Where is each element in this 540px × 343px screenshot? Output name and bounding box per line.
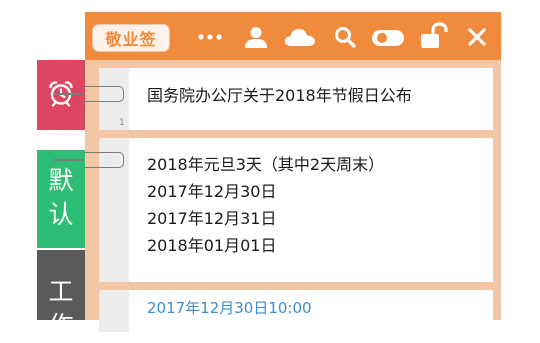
- notes-panel: 敬业签 1 国务院办公厅关于2018年节假日公布 2018年元旦3天（其中2天周…: [85, 12, 501, 332]
- toggle-icon[interactable]: [370, 25, 406, 49]
- sidebar-tab-default-char: 默: [48, 166, 74, 195]
- sidebar-tab-work-char: 作: [48, 311, 74, 340]
- binder-clip-icon: [54, 152, 124, 168]
- note-line: 2017年12月30日: [147, 182, 277, 201]
- sidebar-tab-alarm[interactable]: [37, 60, 85, 130]
- note-line: 国务院办公厅关于2018年节假日公布: [147, 86, 412, 105]
- note-timestamp: 2017年12月30日10:00: [147, 295, 312, 322]
- note-text: 国务院办公厅关于2018年节假日公布: [147, 82, 412, 109]
- lock-icon[interactable]: [419, 22, 449, 48]
- title-bar: 敬业签: [85, 12, 501, 60]
- note-gutter: [99, 290, 129, 332]
- cloud-icon[interactable]: [284, 25, 316, 49]
- note-card[interactable]: 2017年12月30日10:00: [99, 290, 493, 332]
- sidebar-tab-work-char: 工: [48, 277, 74, 306]
- note-line: 2017年12月31日: [147, 209, 277, 228]
- app-logo: 敬业签: [92, 24, 170, 52]
- note-card[interactable]: 2018年元旦3天（其中2天周末） 2017年12月30日 2017年12月31…: [99, 138, 493, 282]
- close-icon[interactable]: [465, 25, 489, 49]
- note-text: 2018年元旦3天（其中2天周末） 2017年12月30日 2017年12月31…: [147, 151, 384, 259]
- user-icon[interactable]: [243, 25, 269, 49]
- sidebar-tab-work[interactable]: 工 作: [37, 250, 85, 340]
- more-icon[interactable]: [196, 25, 224, 49]
- alarm-clock-icon: [46, 78, 76, 112]
- search-icon[interactable]: [333, 25, 357, 49]
- note-card[interactable]: 1 国务院办公厅关于2018年节假日公布: [99, 68, 493, 130]
- binder-clip-icon: [54, 86, 124, 102]
- note-line: 2017年12月30日10:00: [147, 299, 312, 317]
- note-line: 2018年01月01日: [147, 236, 277, 255]
- note-number: 1: [119, 118, 125, 128]
- note-line: 2018年元旦3天（其中2天周末）: [147, 155, 385, 174]
- sidebar-tab-default-char: 认: [48, 200, 74, 229]
- sidebar-tab-default[interactable]: 默 认: [37, 150, 85, 248]
